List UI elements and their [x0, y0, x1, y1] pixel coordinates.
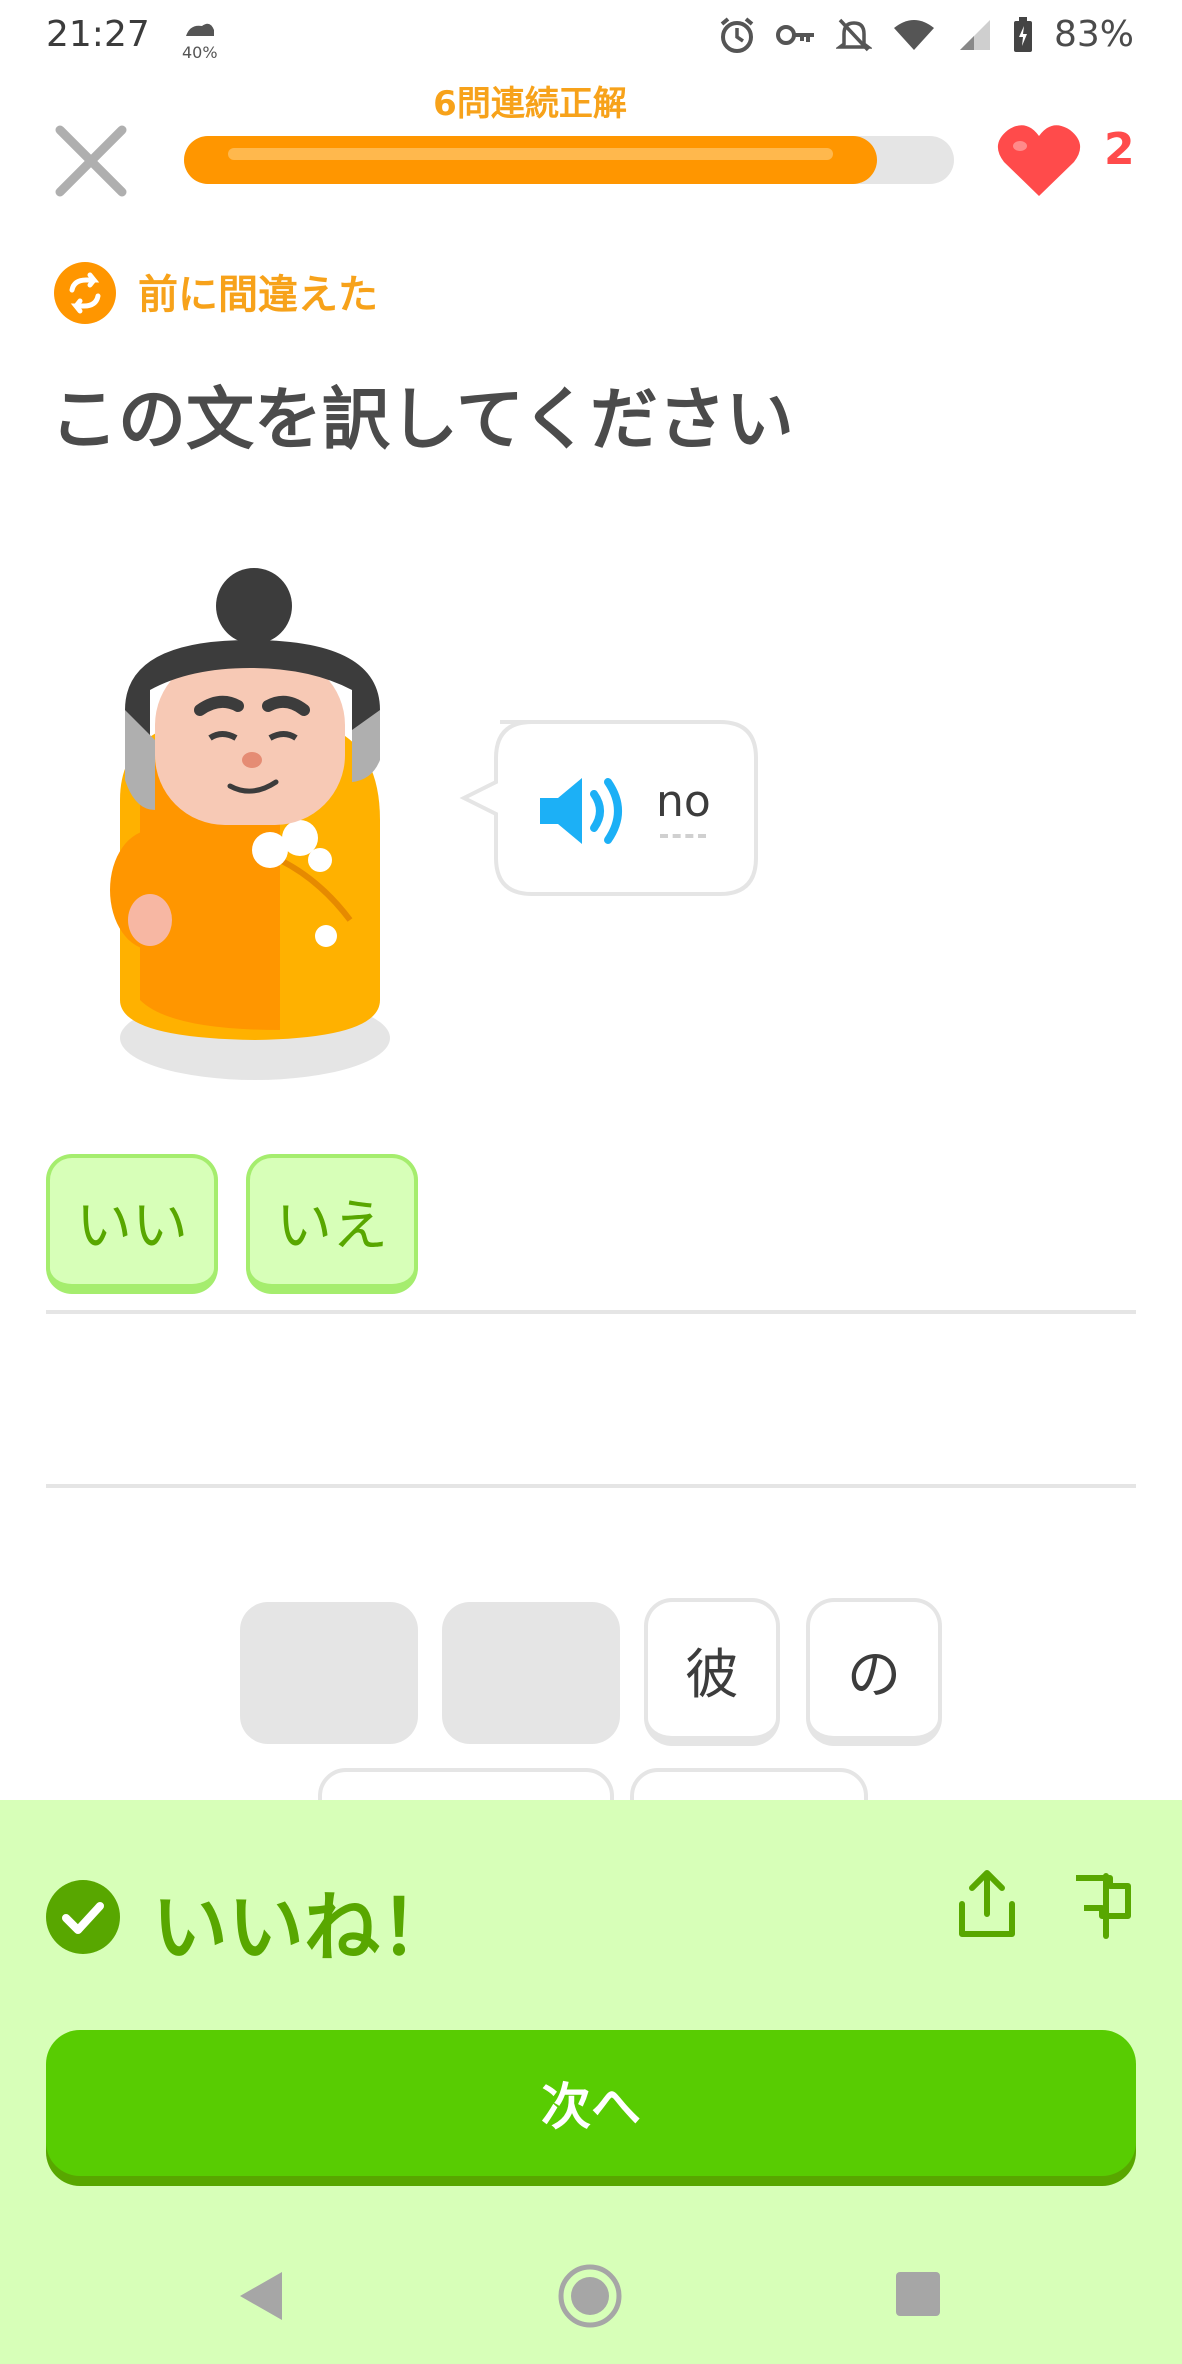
word-hint-underline	[660, 834, 706, 838]
status-time: 21:27	[46, 14, 150, 55]
hearts-count: 2	[1104, 124, 1135, 175]
close-icon	[55, 125, 127, 197]
weather-pct: 40%	[182, 43, 218, 62]
word-bank-empty-slot	[240, 1602, 418, 1744]
previous-mistake-label: 前に間違えた	[138, 272, 378, 318]
close-button[interactable]	[48, 118, 134, 204]
progress-shine	[228, 148, 833, 160]
answer-tile[interactable]: いい	[46, 1154, 218, 1294]
answer-tile[interactable]: いえ	[246, 1154, 418, 1294]
streak-label: 6問連続正解	[433, 84, 627, 124]
report-flag-icon[interactable]	[1068, 1868, 1134, 1940]
word-bank-tile[interactable]: 彼	[644, 1598, 780, 1746]
wifi-icon	[893, 19, 934, 50]
status-icons: 83%	[718, 14, 1134, 55]
next-button[interactable]: 次へ	[46, 2030, 1136, 2176]
heart-icon	[996, 122, 1082, 200]
prompt-word[interactable]: no	[656, 776, 711, 827]
check-icon	[46, 1880, 120, 1954]
nav-back-icon[interactable]	[236, 2268, 286, 2324]
lesson-progress-bar	[184, 136, 954, 184]
feedback-title: いいね！	[152, 1883, 456, 1972]
signal-icon	[959, 19, 990, 50]
progress-fill	[184, 136, 877, 184]
alarm-icon	[720, 16, 754, 53]
battery-icon	[1013, 16, 1032, 52]
answer-line	[46, 1484, 1136, 1488]
answer-line	[46, 1310, 1136, 1314]
word-bank-tile[interactable]: の	[806, 1598, 942, 1746]
repeat-icon	[54, 262, 116, 324]
nav-home-icon[interactable]	[556, 2262, 624, 2330]
mute-bell-icon	[835, 18, 872, 51]
speaker-icon[interactable]	[536, 770, 636, 852]
battery-percent: 83%	[1053, 14, 1134, 55]
character-illustration	[80, 560, 420, 1100]
nav-recent-apps-icon[interactable]	[896, 2272, 940, 2316]
key-icon	[775, 24, 814, 45]
weather-icon: 40%	[178, 14, 224, 62]
share-icon[interactable]	[954, 1868, 1020, 1940]
page-title: この文を訳してください	[50, 381, 794, 460]
word-bank-empty-slot	[442, 1602, 620, 1744]
